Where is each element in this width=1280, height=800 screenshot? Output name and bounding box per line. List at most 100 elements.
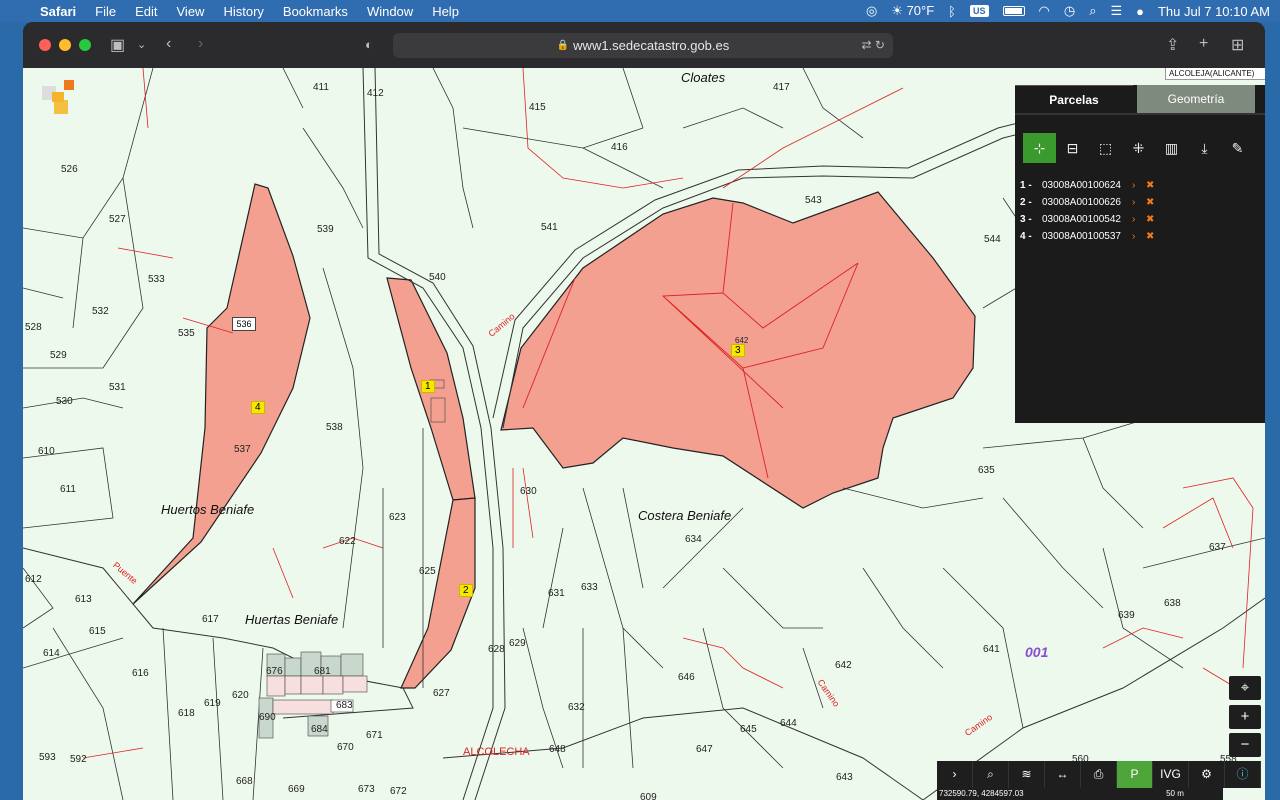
menu-bookmarks[interactable]: Bookmarks [283, 4, 348, 19]
go-to-parcel-icon[interactable]: › [1132, 231, 1146, 242]
parcel-number[interactable]: 630 [520, 486, 537, 497]
parcel-code[interactable]: 03008A00100626 [1042, 197, 1132, 208]
forward-button[interactable]: › [198, 35, 203, 53]
parcel-number[interactable]: 610 [38, 446, 55, 457]
selected-tag-3[interactable]: 3 [731, 344, 745, 357]
parcel-number[interactable]: 635 [978, 465, 995, 476]
edit-pencil-icon[interactable]: ✎ [1221, 133, 1254, 163]
parcel-code[interactable]: 03008A00100542 [1042, 214, 1132, 225]
parcel-number[interactable]: 671 [366, 730, 383, 741]
wifi-icon[interactable]: ◠ [1039, 3, 1050, 19]
parcel-number[interactable]: 646 [678, 672, 695, 683]
parcel-number-box[interactable]: 536 [232, 317, 256, 331]
parcel-number[interactable]: 533 [148, 274, 165, 285]
add-parcel-icon[interactable]: ⊹ [1023, 133, 1056, 163]
parcel-number[interactable]: 673 [358, 784, 375, 795]
go-to-parcel-icon[interactable]: › [1132, 214, 1146, 225]
parcel-code[interactable]: 03008A00100624 [1042, 180, 1132, 191]
parcel-number[interactable]: 643 [836, 772, 853, 783]
parcel-number[interactable]: 619 [204, 698, 221, 709]
parcel-number[interactable]: 528 [25, 322, 42, 333]
zoom-out-button[interactable]: − [1229, 733, 1261, 757]
share-icon[interactable]: ⇪ [1166, 35, 1179, 55]
expand-icon[interactable]: › [937, 761, 973, 788]
parcel-number[interactable]: 411 [313, 82, 329, 93]
remove-parcel-icon[interactable]: ✖ [1146, 197, 1154, 208]
menu-help[interactable]: Help [432, 4, 459, 19]
zoom-in-button[interactable]: + [1229, 705, 1261, 729]
tab-parcelas[interactable]: Parcelas [1015, 85, 1133, 113]
parcel-number[interactable]: 672 [390, 786, 407, 797]
parcel-number[interactable]: 641 [983, 644, 1000, 655]
menu-edit[interactable]: Edit [135, 4, 157, 19]
parcel-number[interactable]: 645 [740, 724, 757, 735]
parcel-number[interactable]: 527 [109, 214, 126, 225]
add-point-icon[interactable]: ⁜ [1122, 133, 1155, 163]
parcel-number[interactable]: 541 [541, 222, 558, 233]
parcel-number[interactable]: 642 [835, 660, 852, 671]
selected-tag-1[interactable]: 1 [421, 380, 435, 393]
parcel-number[interactable]: 417 [773, 82, 790, 93]
spotlight-search-icon[interactable]: ⌕ [1089, 3, 1096, 19]
menu-window[interactable]: Window [367, 4, 413, 19]
parcel-number[interactable]: 544 [984, 234, 1001, 245]
new-tab-icon[interactable]: + [1199, 35, 1208, 53]
keyboard-input-icon[interactable]: US [969, 5, 989, 17]
menu-view[interactable]: View [177, 4, 205, 19]
ivg-button[interactable]: IVG [1153, 761, 1189, 788]
zoom-window-button[interactable] [79, 39, 91, 51]
parcel-number[interactable]: 623 [389, 512, 406, 523]
parcel-number[interactable]: 529 [50, 350, 67, 361]
parcel-number[interactable]: 592 [70, 754, 87, 765]
parcel-number[interactable]: 526 [61, 164, 78, 175]
translate-reload-icon[interactable]: ⇄ ↻ [862, 38, 885, 52]
parcel-number[interactable]: 627 [433, 688, 450, 699]
parcel-number[interactable]: 530 [56, 396, 73, 407]
parcel-code[interactable]: 03008A00100537 [1042, 231, 1132, 242]
print-icon[interactable]: ⎙ [1081, 761, 1117, 788]
close-window-button[interactable] [39, 39, 51, 51]
parcel-number[interactable]: 537 [234, 444, 251, 455]
back-button[interactable]: ‹ [166, 35, 171, 53]
parcel-number[interactable]: 648 [549, 744, 566, 755]
parcel-number[interactable]: 638 [1164, 598, 1181, 609]
select-area-icon[interactable]: ⬚ [1089, 133, 1122, 163]
parcel-number[interactable]: 539 [317, 224, 334, 235]
battery-icon[interactable] [1002, 6, 1025, 16]
minimize-window-button[interactable] [59, 39, 71, 51]
parcel-number[interactable]: 633 [581, 582, 598, 593]
parcel-mode-button[interactable]: P [1117, 761, 1153, 788]
parcel-number[interactable]: 609 [640, 792, 657, 800]
locate-icon[interactable]: ⌖ [1229, 676, 1261, 700]
creative-cloud-icon[interactable]: ◎ [866, 3, 877, 19]
parcel-number[interactable]: 540 [429, 272, 446, 283]
download-icon[interactable]: ⤓ [1188, 133, 1221, 163]
parcel-number[interactable]: 639 [1118, 610, 1135, 621]
selected-tag-2[interactable]: 2 [459, 584, 473, 597]
parcel-number[interactable]: 532 [92, 306, 109, 317]
siri-icon[interactable]: ● [1136, 4, 1144, 19]
remove-parcel-icon[interactable]: ✖ [1146, 231, 1154, 242]
parcel-number[interactable]: 617 [202, 614, 219, 625]
parcel-number[interactable]: 412 [367, 88, 384, 99]
parcel-number[interactable]: 670 [337, 742, 354, 753]
parcel-number[interactable]: 647 [696, 744, 713, 755]
tab-geometria[interactable]: Geometría [1137, 85, 1255, 113]
go-to-parcel-icon[interactable]: › [1132, 180, 1146, 191]
parcel-number[interactable]: 625 [419, 566, 436, 577]
parcel-number[interactable]: 543 [805, 195, 822, 206]
parcel-number[interactable]: 669 [288, 784, 305, 795]
parcel-number[interactable]: 614 [43, 648, 60, 659]
parcel-number[interactable]: 611 [60, 484, 76, 495]
control-center-icon[interactable]: ☰ [1110, 3, 1122, 19]
bluetooth-icon[interactable]: ᛒ [948, 4, 956, 19]
parcel-number[interactable]: 637 [1209, 542, 1226, 553]
layers-icon[interactable]: ≋ [1009, 761, 1045, 788]
info-icon[interactable]: ⓘ [1225, 761, 1261, 788]
menu-file[interactable]: File [95, 4, 116, 19]
chevron-down-icon[interactable]: ⌄ [137, 38, 146, 51]
parcel-number[interactable]: 632 [568, 702, 585, 713]
go-to-parcel-icon[interactable]: › [1132, 197, 1146, 208]
menu-app[interactable]: Safari [40, 4, 76, 19]
remove-parcel-icon[interactable]: ⊟ [1056, 133, 1089, 163]
